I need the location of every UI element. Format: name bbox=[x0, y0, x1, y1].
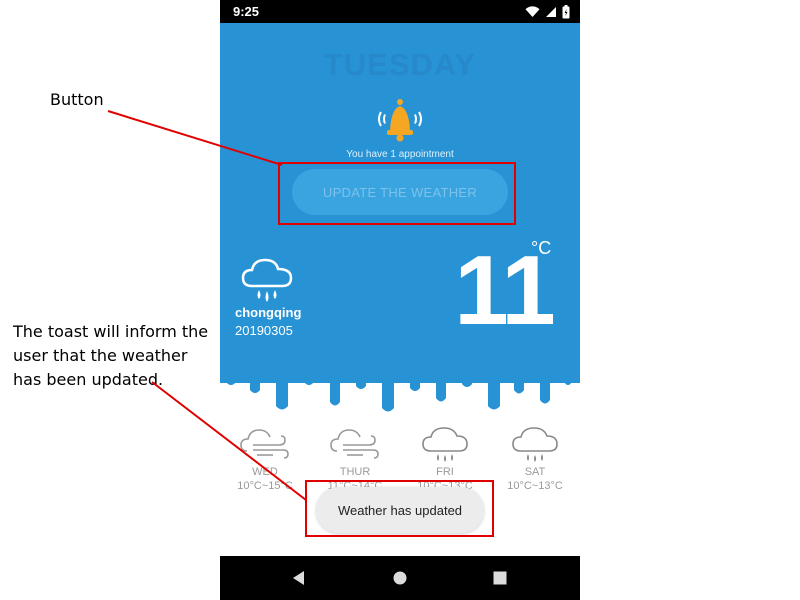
forecast-day-label: SAT bbox=[524, 466, 546, 478]
drip-divider bbox=[220, 360, 580, 412]
wifi-icon bbox=[525, 5, 540, 17]
recents-icon[interactable] bbox=[490, 568, 510, 588]
day-title: TUESDAY bbox=[323, 47, 477, 82]
cloud-wind-icon bbox=[240, 429, 289, 459]
weather-hero: TUESDAY You have 1 appointment UPDATE TH… bbox=[220, 23, 580, 383]
cloud-wind-icon bbox=[330, 429, 379, 459]
status-time: 9:25 bbox=[233, 4, 260, 19]
navigation-bar bbox=[220, 556, 580, 600]
status-icons bbox=[525, 4, 570, 19]
update-weather-button[interactable]: UPDATE THE WEATHER bbox=[292, 169, 508, 215]
home-icon[interactable] bbox=[390, 568, 410, 588]
back-icon[interactable] bbox=[289, 568, 309, 588]
phone-screen: 9:25 TUESDAY You have 1 appointment UPDA… bbox=[220, 0, 580, 600]
bell-icon[interactable] bbox=[375, 96, 425, 144]
cloud-rain-icon bbox=[241, 258, 293, 302]
status-bar: 9:25 bbox=[220, 0, 580, 23]
forecast-day-label: FRI bbox=[436, 466, 454, 478]
forecast-day-label: WED bbox=[252, 466, 278, 478]
appointment-text: You have 1 appointment bbox=[346, 149, 454, 160]
forecast-day: THUR 11°C~14°C bbox=[310, 425, 400, 492]
forecast-day-label: THUR bbox=[339, 466, 371, 478]
forecast-temp-range: 10°C~15°C bbox=[237, 480, 293, 492]
forecast-day: WED 10°C~15°C bbox=[220, 425, 310, 492]
current-date: 20190305 bbox=[235, 323, 293, 338]
toast-message: Weather has updated bbox=[316, 487, 484, 533]
signal-icon bbox=[546, 6, 556, 17]
cloud-rain-icon bbox=[422, 427, 468, 462]
cloud-rain-icon bbox=[512, 427, 558, 462]
forecast-temp-range: 10°C~13°C bbox=[507, 480, 563, 492]
forecast-day: FRI 10°C~13°C bbox=[400, 425, 490, 492]
annotation-button-label: Button bbox=[50, 90, 104, 109]
annotation-toast-note: The toast will inform the user that the … bbox=[13, 322, 209, 389]
forecast-day: SAT 10°C~13°C bbox=[490, 425, 580, 492]
battery-icon bbox=[562, 4, 570, 18]
city-name: chongqing bbox=[235, 305, 302, 320]
temperature-unit: °C bbox=[531, 238, 552, 258]
